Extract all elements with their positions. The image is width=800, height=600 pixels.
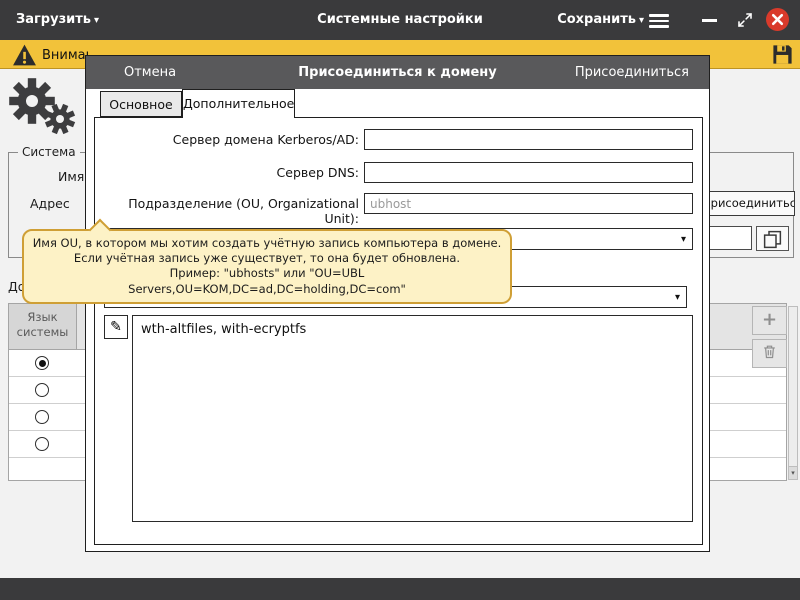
window-title: Системные настройки	[0, 12, 800, 27]
save-menu-button[interactable]: Сохранить▾	[557, 12, 644, 27]
kerberos-server-input[interactable]	[364, 129, 693, 150]
load-menu-label: Загрузить	[16, 12, 91, 27]
radio-unselected[interactable]	[35, 410, 49, 424]
dns-server-input[interactable]	[364, 162, 693, 183]
settings-gears-icon	[6, 77, 84, 139]
radio-unselected[interactable]	[35, 437, 49, 451]
warning-icon	[12, 43, 37, 66]
radio-selected[interactable]	[35, 356, 49, 370]
save-disk-icon[interactable]	[771, 43, 794, 66]
tooltip-line: Пример: "ubhosts" или "OU=UBL Servers,OU…	[32, 266, 502, 296]
radio-unselected[interactable]	[35, 383, 49, 397]
vertical-scrollbar[interactable]: ▾	[788, 306, 798, 480]
hamburger-menu-icon[interactable]	[649, 14, 669, 28]
scrollbar-down-icon[interactable]: ▾	[789, 466, 797, 479]
ou-label: Подразделение (OU, Organizational Unit):	[95, 196, 359, 226]
close-icon[interactable]	[766, 8, 789, 31]
ou-input[interactable]	[364, 193, 693, 214]
caret-down-icon: ▾	[639, 15, 644, 26]
caret-down-icon: ▾	[94, 15, 99, 26]
tooltip-line: Имя OU, в котором мы хотим создать учётн…	[32, 236, 502, 251]
caret-down-icon: ▾	[681, 229, 686, 250]
address-field-label: Адрес	[30, 196, 70, 211]
trash-icon[interactable]	[752, 339, 787, 368]
features-textarea[interactable]: wth-altfiles, with-ecryptfs	[132, 315, 693, 522]
copy-icon[interactable]	[756, 226, 789, 251]
minimize-button[interactable]	[702, 19, 717, 22]
name-field-label: Имя	[58, 169, 84, 184]
edit-pencil-icon[interactable]: ✎	[104, 315, 128, 339]
footer-bar	[0, 578, 800, 600]
warning-text: Внимание	[42, 48, 88, 63]
load-menu-button[interactable]: Загрузить▾	[16, 12, 99, 27]
dns-server-label: Сервер DNS:	[95, 165, 359, 180]
save-menu-label: Сохранить	[557, 12, 636, 27]
join-domain-button[interactable]: Присоединиться	[697, 191, 795, 216]
kerberos-server-label: Сервер домена Kerberos/AD:	[95, 132, 359, 147]
tooltip-line: Если учётная запись уже существует, то о…	[32, 251, 502, 266]
dialog-header: Отмена Присоединиться к домену Присоедин…	[86, 56, 709, 89]
dialog-tab-panel: Сервер домена Kerberos/AD: Сервер DNS: П…	[94, 117, 703, 545]
add-button[interactable]: +	[752, 306, 787, 335]
app-window: Загрузить▾ Системные настройки Сохранить…	[0, 0, 800, 600]
cancel-button[interactable]: Отмена	[124, 65, 176, 80]
system-groupbox-legend: Система	[18, 145, 80, 159]
language-column-header: Язык системы	[9, 304, 77, 350]
tab-basic[interactable]: Основное	[100, 91, 182, 117]
join-button[interactable]: Присоединиться	[575, 65, 689, 80]
tab-additional[interactable]: Дополнительное	[182, 89, 295, 118]
titlebar: Загрузить▾ Системные настройки Сохранить…	[0, 0, 800, 40]
fullscreen-icon[interactable]	[736, 11, 754, 29]
ou-tooltip: Имя OU, в котором мы хотим создать учётн…	[22, 229, 512, 304]
caret-down-icon: ▾	[675, 287, 680, 308]
